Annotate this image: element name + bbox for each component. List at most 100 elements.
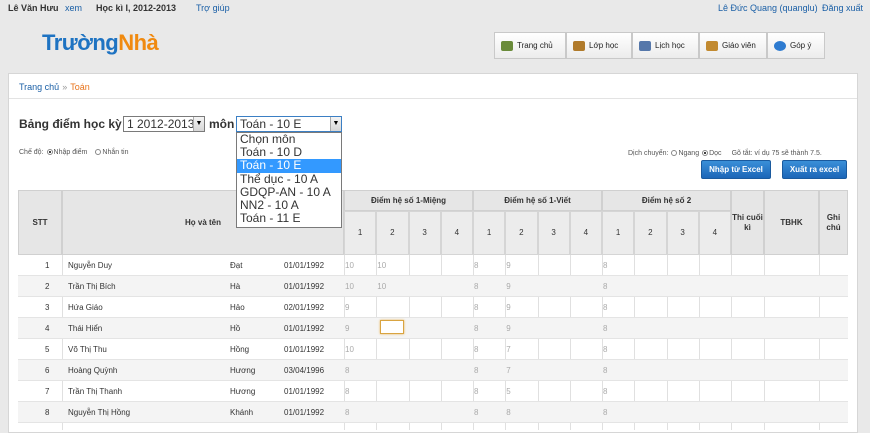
grade-cell[interactable]: 8	[603, 276, 607, 297]
grade-cell[interactable]: 9	[506, 297, 510, 318]
mode-enter-label: Nhập điểm	[53, 149, 88, 156]
grade-cell[interactable]: 9	[345, 297, 349, 318]
grade-cell[interactable]: 7	[506, 360, 510, 381]
grade-cell[interactable]: 8	[603, 255, 607, 276]
table-row: 8 Nguyễn Thị Hồng Khánh 01/01/1992 8 8 8 8	[18, 402, 848, 423]
subcol-header: 2	[634, 211, 667, 255]
table-row: 2 Trần Thị Bích Hà 01/01/1992 10 10 8 9 8	[18, 276, 848, 297]
active-grade-input[interactable]	[380, 320, 404, 334]
grade-cell[interactable]: 8	[474, 381, 478, 402]
student-dob: 03/04/1996	[284, 366, 325, 375]
student-last-name: Nguyễn Duy	[68, 261, 113, 270]
help-link[interactable]: Trợ giúp	[196, 3, 230, 13]
grade-cell[interactable]: 10	[377, 255, 386, 276]
grade-cell[interactable]: 8	[603, 318, 607, 339]
student-dob: 01/01/1992	[284, 408, 325, 417]
nav-classes[interactable]: Lớp học	[566, 32, 632, 59]
student-last-name: Nguyễn Thị Hồng	[68, 408, 131, 417]
mode-enter-radio[interactable]	[46, 149, 53, 156]
grade-cell[interactable]: 8	[474, 360, 478, 381]
export-excel-button[interactable]: Xuất ra excel	[782, 160, 847, 179]
dropdown-option[interactable]: GDQP-AN - 10 A	[237, 185, 341, 199]
header-written: Điểm hệ số 1-Viết	[473, 190, 602, 211]
feedback-icon	[774, 40, 786, 51]
grade-cell[interactable]: 10	[345, 339, 354, 360]
grade-cell[interactable]: 8	[474, 276, 478, 297]
grade-cell[interactable]: 7	[506, 339, 510, 360]
page-title: Bảng điểm học kỳ	[19, 117, 122, 131]
student-dob: 01/01/1992	[284, 324, 325, 333]
student-dob: 01/01/1992	[284, 387, 325, 396]
student-first-name: Hảo	[230, 303, 245, 312]
grade-cell[interactable]: 10	[377, 276, 386, 297]
grade-cell[interactable]: 8	[603, 360, 607, 381]
grade-cell[interactable]: 8	[474, 339, 478, 360]
nav-feedback[interactable]: Góp ý	[767, 32, 825, 59]
view-link[interactable]: xem	[65, 3, 82, 13]
subject-select-value: Toán - 10 E	[240, 117, 302, 131]
student-first-name: Hà	[230, 282, 241, 291]
term-label: Học kì I, 2012-2013	[96, 3, 177, 13]
student-first-name: Hồng	[230, 345, 250, 354]
nav-home[interactable]: Trang chủ	[494, 32, 566, 59]
grade-cell[interactable]: 10	[345, 255, 354, 276]
dropdown-option[interactable]: Toán - 11 E	[237, 212, 341, 225]
student-last-name: Võ Thị Thu	[68, 345, 107, 354]
account-link[interactable]: Lê Đức Quang (quanglu)	[718, 3, 818, 13]
grade-cell[interactable]: 8	[603, 339, 607, 360]
grade-cell[interactable]: 8	[603, 402, 607, 423]
dropdown-option[interactable]: Thể dục - 10 A	[237, 172, 341, 186]
grade-cell[interactable]: 8	[345, 360, 349, 381]
row-stt: 6	[45, 366, 50, 375]
nav-feedback-label: Góp ý	[790, 41, 812, 50]
chevron-down-icon[interactable]: ▼	[330, 117, 341, 131]
subcol-header: 3	[666, 211, 699, 255]
subcol-header: 1	[602, 211, 635, 255]
grade-cell[interactable]: 9	[506, 276, 510, 297]
subject-label: môn	[209, 117, 235, 131]
table-row: 4 Thái Hiển Hồ 01/01/1992 9 8 9 8	[18, 318, 848, 339]
nav-schedule[interactable]: Lịch học	[632, 32, 699, 59]
student-first-name: Khánh	[230, 408, 254, 417]
mode-message-radio[interactable]	[95, 149, 102, 156]
grade-cell[interactable]: 5	[506, 381, 510, 402]
grade-cell[interactable]: 8	[603, 381, 607, 402]
grade-table: STT Họ và tên Điểm hệ số 1-Miệng Điểm hệ…	[18, 190, 848, 430]
grade-cell[interactable]: 8	[345, 381, 349, 402]
logout-link[interactable]: Đăng xuất	[822, 3, 863, 13]
grade-cell[interactable]: 9	[506, 318, 510, 339]
row-stt: 1	[45, 261, 50, 270]
breadcrumb-home[interactable]: Trang chủ	[19, 82, 59, 92]
subject-dropdown: Chọn môn Toán - 10 D Toán - 10 E Thể dục…	[236, 132, 342, 228]
calendar-icon	[639, 40, 651, 51]
grade-cell[interactable]: 8	[506, 402, 510, 423]
grade-cell[interactable]: 8	[474, 402, 478, 423]
grade-cell[interactable]: 9	[506, 255, 510, 276]
grade-cell[interactable]: 8	[474, 255, 478, 276]
divider	[9, 98, 857, 99]
chevron-down-icon[interactable]: ▼	[193, 117, 204, 131]
grade-cell[interactable]: 8	[474, 318, 478, 339]
direction-vertical-radio[interactable]	[702, 150, 709, 157]
student-last-name: Hứa Giáo	[68, 303, 103, 312]
grade-cell[interactable]: 8	[345, 402, 349, 423]
teacher-icon	[706, 40, 718, 51]
user-name: Lê Văn Hưu	[8, 3, 59, 13]
grade-cell[interactable]: 10	[345, 276, 354, 297]
direction-horizontal-radio[interactable]	[671, 150, 678, 157]
grade-cell[interactable]: 8	[474, 297, 478, 318]
subcol-header: 1	[344, 211, 377, 255]
header-note: Ghi chú	[819, 190, 848, 255]
top-bar: Lê Văn Hưu xem Học kì I, 2012-2013 Trợ g…	[0, 0, 870, 16]
direction-label: Dịch chuyển:	[628, 150, 669, 157]
subject-select[interactable]: Toán - 10 E ▼	[236, 116, 342, 132]
mode-message-label: Nhắn tin	[102, 149, 129, 156]
dropdown-option-selected[interactable]: Toán - 10 E	[237, 159, 341, 173]
nav-teachers[interactable]: Giáo viên	[699, 32, 767, 59]
grade-cell[interactable]: 8	[603, 297, 607, 318]
import-excel-button[interactable]: Nhập từ Excel	[701, 160, 771, 179]
term-select[interactable]: 1 2012-2013 ▼	[123, 116, 205, 132]
header-stt: STT	[18, 190, 62, 255]
grade-cell[interactable]: 9	[345, 318, 349, 339]
logo[interactable]: TrườngNhà	[42, 30, 159, 56]
